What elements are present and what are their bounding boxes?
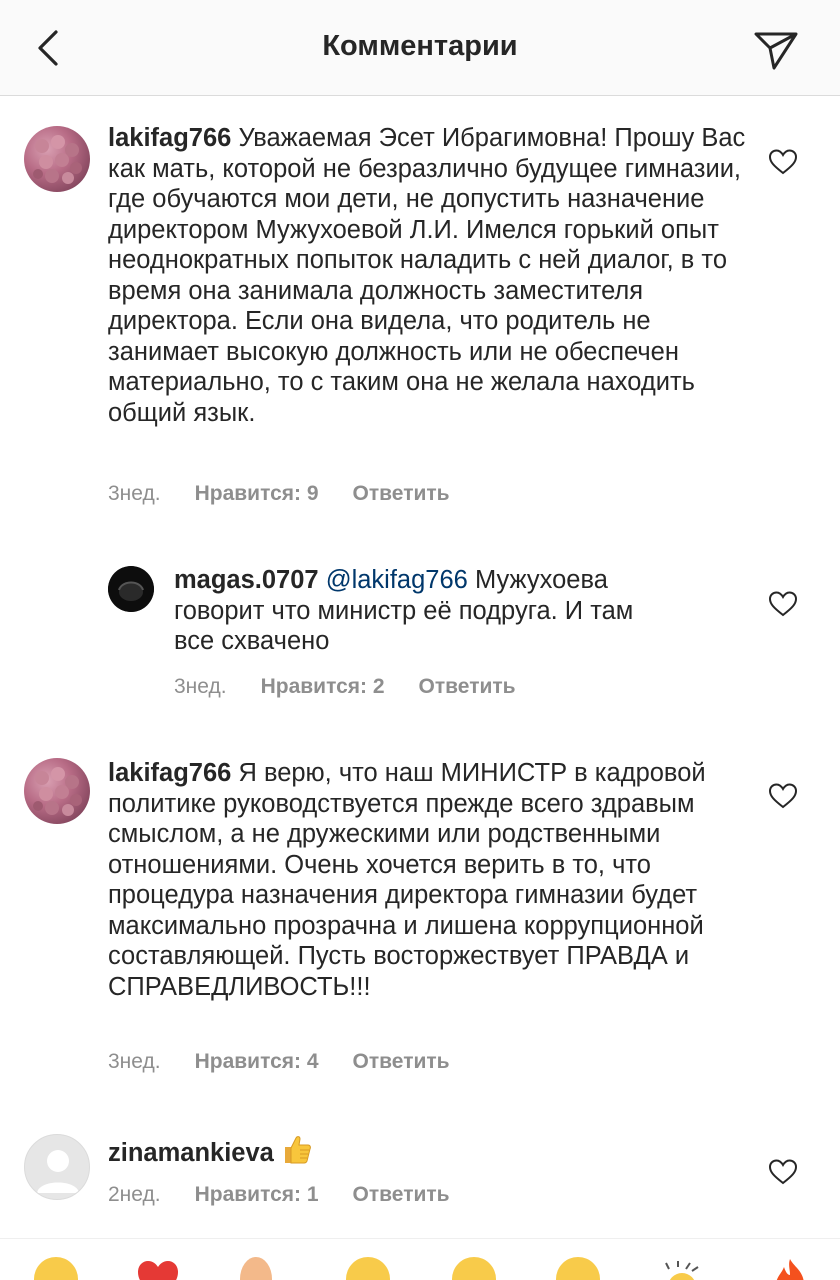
party-emoji-icon[interactable] <box>660 1257 704 1280</box>
comment-username[interactable]: zinamankieva <box>108 1139 274 1167</box>
roses-image-icon <box>33 767 82 816</box>
smiley-emoji-icon[interactable] <box>346 1257 390 1280</box>
reply-button[interactable]: Ответить <box>353 482 450 506</box>
like-heart-icon[interactable] <box>768 782 798 810</box>
comment-time: 2нед. <box>108 1183 161 1206</box>
comment-text: lakifag766 Я верю, что наш МИНИСТР в кад… <box>108 758 748 1002</box>
smiley-emoji-icon[interactable] <box>452 1257 496 1280</box>
comment-username[interactable]: lakifag766 <box>108 759 231 787</box>
comment-meta: 3нед. Нравится: 9 Ответить <box>108 482 450 506</box>
page-title: Комментарии <box>322 30 518 62</box>
comment-body: Уважаемая Эсет Ибрагимовна! Прошу Вас ка… <box>108 124 746 427</box>
avatar[interactable] <box>108 566 154 612</box>
comment-meta: 3нед. Нравится: 2 Ответить <box>174 675 516 699</box>
comment-text: magas.0707 @lakifag766 Мужухоева говорит… <box>174 565 674 657</box>
likes-count[interactable]: Нравится: 9 <box>195 482 319 506</box>
mention-link[interactable]: @lakifag766 <box>326 566 468 594</box>
likes-count[interactable]: Нравится: 4 <box>195 1050 319 1074</box>
comment-username[interactable]: lakifag766 <box>108 124 231 152</box>
comment-time: 3нед. <box>108 1050 161 1073</box>
reply-button[interactable]: Ответить <box>419 675 516 699</box>
direct-share-icon[interactable] <box>750 24 802 76</box>
comment-username[interactable]: magas.0707 <box>174 566 319 594</box>
default-user-avatar-icon <box>37 1150 79 1193</box>
likes-count[interactable]: Нравится: 2 <box>261 675 385 699</box>
smiley-emoji-icon[interactable] <box>34 1257 78 1280</box>
comment-time: 3нед. <box>174 675 227 698</box>
roses-image-icon <box>33 135 82 184</box>
comment-text: zinamankieva <box>108 1133 748 1169</box>
like-heart-icon[interactable] <box>768 1158 798 1186</box>
emoji-reaction-bar <box>0 1238 840 1280</box>
reply-button[interactable]: Ответить <box>353 1050 450 1074</box>
avatar[interactable] <box>24 126 90 192</box>
like-heart-icon[interactable] <box>768 590 798 618</box>
top-bar: Комментарии <box>0 0 840 96</box>
raised-hands-emoji-icon[interactable] <box>240 1257 272 1280</box>
like-heart-icon[interactable] <box>768 148 798 176</box>
comment-meta: 3нед. Нравится: 4 Ответить <box>108 1050 450 1074</box>
comment-meta: 2нед. Нравится: 1 Ответить <box>108 1183 450 1207</box>
comment-body: Я верю, что наш МИНИСТР в кадровой полит… <box>108 759 706 1001</box>
reply-button[interactable]: Ответить <box>353 1183 450 1207</box>
fire-emoji-icon[interactable] <box>768 1257 812 1280</box>
comment-time: 3нед. <box>108 482 161 505</box>
red-heart-emoji-icon[interactable] <box>136 1257 180 1280</box>
likes-count[interactable]: Нравится: 1 <box>195 1183 319 1207</box>
comment-text: lakifag766 Уважаемая Эсет Ибрагимовна! П… <box>108 123 748 428</box>
avatar[interactable] <box>24 1134 90 1200</box>
avatar[interactable] <box>24 758 90 824</box>
smiley-emoji-icon[interactable] <box>556 1257 600 1280</box>
dark-avatar-image-icon <box>108 566 154 612</box>
thumbs-up-emoji-icon <box>284 1136 311 1164</box>
